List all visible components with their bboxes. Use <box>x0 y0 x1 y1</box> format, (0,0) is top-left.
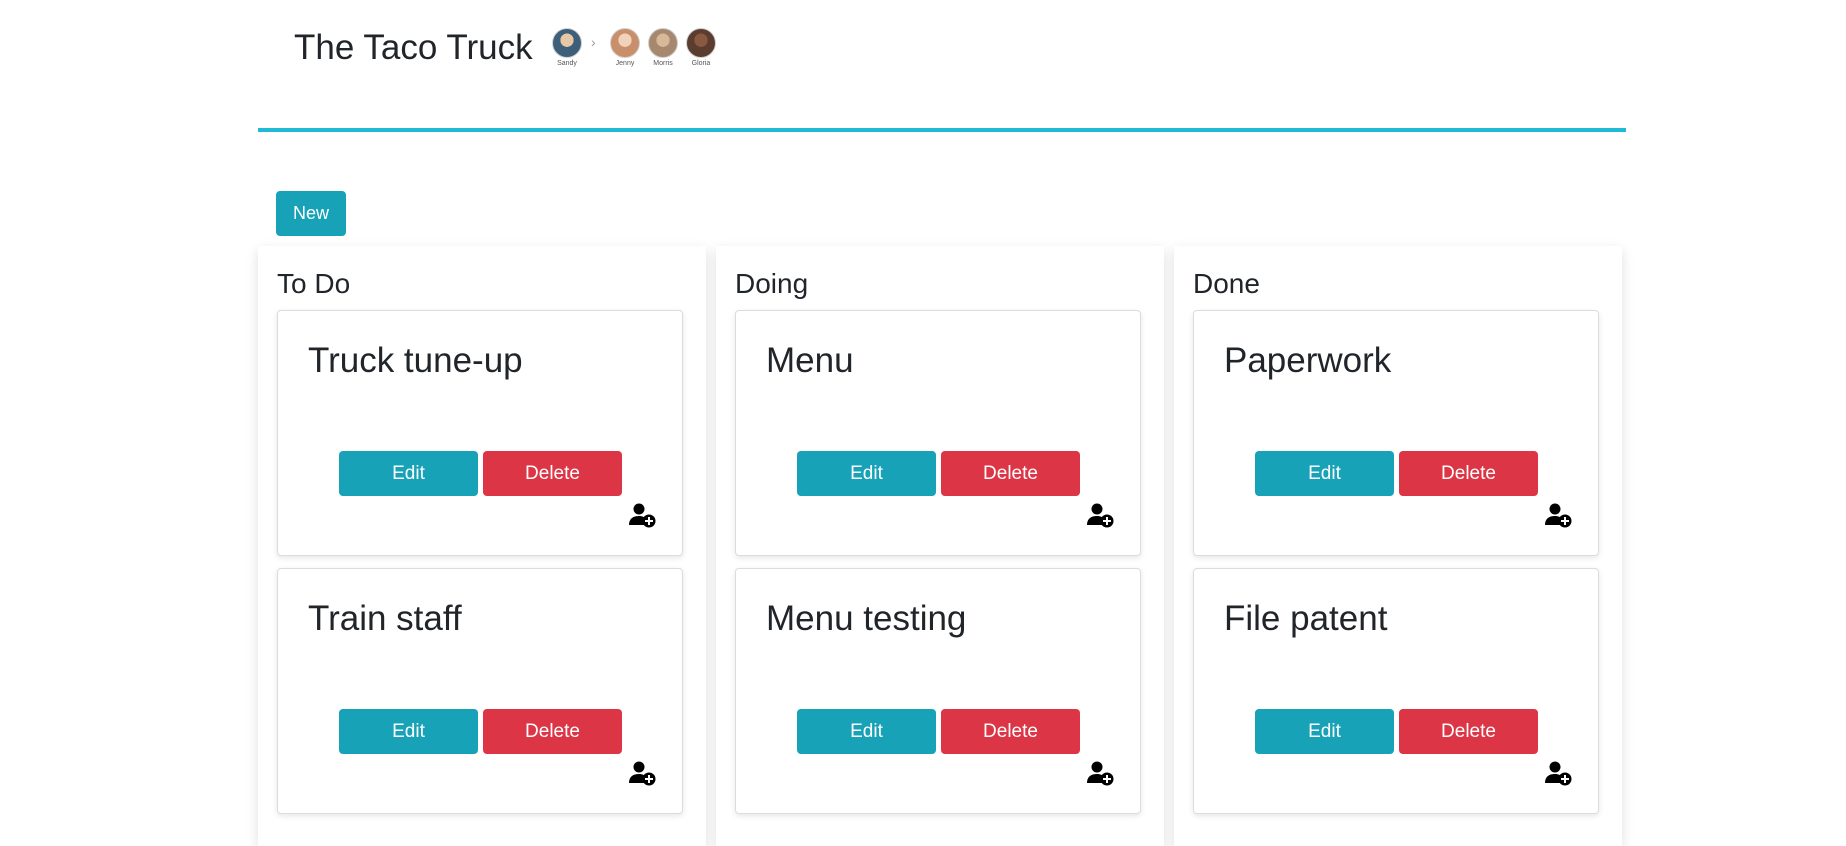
avatar-icon <box>610 28 640 58</box>
column-title: Doing <box>735 268 809 299</box>
delete-button[interactable]: Delete <box>1399 451 1538 496</box>
avatar-name: Morris <box>653 60 673 67</box>
delete-button[interactable]: Delete <box>1399 709 1538 754</box>
card-title: Menu testing <box>766 599 967 638</box>
avatar-icon <box>648 28 678 58</box>
delete-button[interactable]: Delete <box>941 451 1080 496</box>
avatar-gloria[interactable]: Gloria <box>684 28 718 67</box>
add-user-icon[interactable] <box>1086 759 1114 787</box>
app-header: The Taco Truck Sandy › Jenny Morris Glor… <box>258 0 1626 132</box>
avatar-icon <box>552 28 582 58</box>
card-title: Paperwork <box>1224 341 1392 380</box>
add-user-icon[interactable] <box>628 759 656 787</box>
add-user-icon[interactable] <box>1544 759 1572 787</box>
avatar-name: Sandy <box>557 60 577 67</box>
edit-button[interactable]: Edit <box>1255 451 1394 496</box>
edit-button[interactable]: Edit <box>797 709 936 754</box>
avatar-icon <box>686 28 716 58</box>
avatar-sandy[interactable]: Sandy <box>550 28 584 67</box>
delete-button[interactable]: Delete <box>483 451 622 496</box>
card-title: Truck tune-up <box>308 341 523 380</box>
delete-button[interactable]: Delete <box>483 709 622 754</box>
card-title: Train staff <box>308 599 462 638</box>
new-button[interactable]: New <box>276 191 346 236</box>
task-card[interactable]: Train staff Edit Delete <box>277 568 683 814</box>
add-user-icon[interactable] <box>1544 501 1572 529</box>
edit-button[interactable]: Edit <box>797 451 936 496</box>
column-doing: Doing Menu Edit Delete Menu testing Edit… <box>716 246 1164 846</box>
add-user-icon[interactable] <box>1086 501 1114 529</box>
column-title: To Do <box>277 268 351 299</box>
task-card[interactable]: Paperwork Edit Delete <box>1193 310 1599 556</box>
avatar-jenny[interactable]: Jenny <box>608 28 642 67</box>
avatar-name: Jenny <box>615 60 635 67</box>
column-done: Done Paperwork Edit Delete File patent E… <box>1174 246 1622 846</box>
task-card[interactable]: Menu testing Edit Delete <box>735 568 1141 814</box>
avatar-morris[interactable]: Morris <box>646 28 680 67</box>
task-card[interactable]: Menu Edit Delete <box>735 310 1141 556</box>
edit-button[interactable]: Edit <box>339 709 478 754</box>
column-title: Done <box>1193 268 1260 299</box>
column-to-do: To Do Truck tune-up Edit Delete Train st… <box>258 246 706 846</box>
edit-button[interactable]: Edit <box>1255 709 1394 754</box>
task-card[interactable]: Truck tune-up Edit Delete <box>277 310 683 556</box>
add-user-icon[interactable] <box>628 501 656 529</box>
delete-button[interactable]: Delete <box>941 709 1080 754</box>
card-title: Menu <box>766 341 854 380</box>
card-title: File patent <box>1224 599 1388 638</box>
edit-button[interactable]: Edit <box>339 451 478 496</box>
avatar-name: Gloria <box>691 60 711 67</box>
page-title: The Taco Truck <box>294 28 533 67</box>
chevron-right-icon: › <box>591 34 596 50</box>
task-card[interactable]: File patent Edit Delete <box>1193 568 1599 814</box>
